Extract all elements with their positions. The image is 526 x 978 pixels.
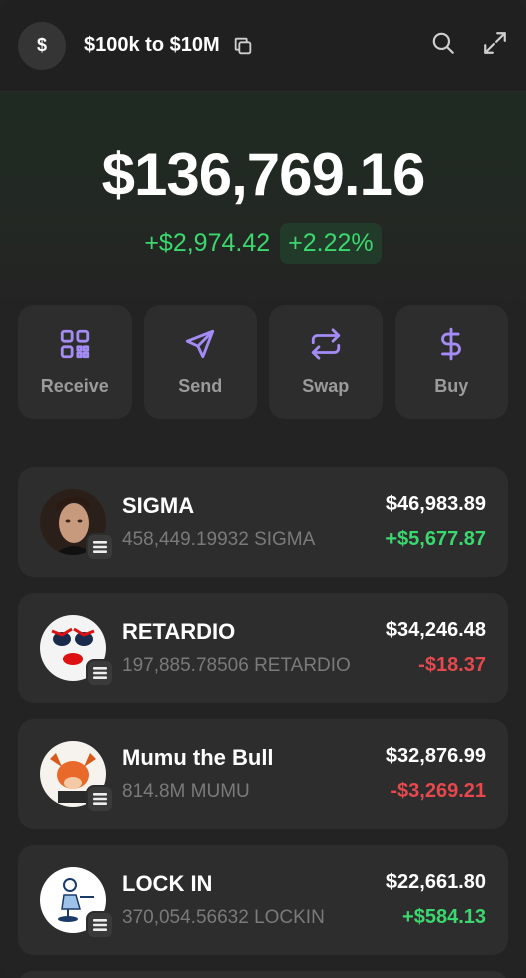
token-name: SIGMA <box>122 493 195 518</box>
chain-badge-icon <box>86 911 114 939</box>
token-amount: 814.8M MUMU <box>122 781 250 802</box>
buy-label: Buy <box>434 376 469 396</box>
swap-button[interactable]: Swap <box>269 305 383 419</box>
chain-badge-icon <box>86 659 114 687</box>
total-balance: $136,769.16 <box>101 141 426 208</box>
token-row-partial[interactable] <box>18 971 508 978</box>
token-logo <box>40 615 114 687</box>
token-amount: 458,449.19932 SIGMA <box>122 529 316 550</box>
balance-change-amount: +$2,974.42 <box>144 229 271 257</box>
token-name: LOCK IN <box>122 871 213 896</box>
dollar-icon <box>434 327 468 366</box>
token-change: -$18.37 <box>418 654 486 676</box>
chain-badge-icon <box>86 533 114 561</box>
token-change: +$584.13 <box>402 906 486 928</box>
token-name: RETARDIO <box>122 619 236 644</box>
token-value: $34,246.48 <box>385 619 486 641</box>
balance-change-row: +$2,974.42 +2.22% <box>144 223 382 264</box>
token-row-lockin[interactable]: LOCK IN 370,054.56632 LOCKIN $22,661.80 … <box>18 845 508 955</box>
copy-icon[interactable] <box>232 35 254 57</box>
token-row-mumu[interactable]: Mumu the Bull 814.8M MUMU $32,876.99 -$3… <box>18 719 508 829</box>
wallet-name[interactable]: $100k to $10M <box>84 34 220 57</box>
send-label: Send <box>178 376 223 396</box>
token-change: -$3,269.21 <box>390 780 486 802</box>
search-icon[interactable] <box>430 30 456 61</box>
token-list: SIGMA 458,449.19932 SIGMA $46,983.89 +$5… <box>0 467 526 978</box>
send-button[interactable]: Send <box>143 305 257 419</box>
swap-icon <box>309 327 343 366</box>
token-logo <box>40 489 114 561</box>
token-name: Mumu the Bull <box>122 745 274 770</box>
token-row-retardio[interactable]: RETARDIO 197,885.78506 RETARDIO $34,246.… <box>18 593 508 703</box>
expand-icon[interactable] <box>482 30 508 61</box>
token-logo <box>40 867 114 939</box>
token-change: +$5,677.87 <box>385 528 486 550</box>
token-row-sigma[interactable]: SIGMA 458,449.19932 SIGMA $46,983.89 +$5… <box>18 467 508 577</box>
token-value: $22,661.80 <box>385 871 486 893</box>
balance-section: $136,769.16 +$2,974.42 +2.22% <box>0 92 526 306</box>
receive-label: Receive <box>40 376 109 396</box>
chain-badge-icon <box>86 785 114 813</box>
token-value: $32,876.99 <box>385 745 486 767</box>
receive-button[interactable]: Receive <box>18 305 132 419</box>
token-value: $46,983.89 <box>385 493 486 515</box>
swap-label: Swap <box>302 376 350 396</box>
qr-code-icon <box>58 327 92 366</box>
buy-button[interactable]: Buy <box>394 305 508 419</box>
wallet-avatar[interactable]: $ <box>18 21 66 70</box>
send-icon <box>183 327 217 366</box>
token-amount: 370,054.56632 LOCKIN <box>122 907 325 928</box>
action-buttons: Receive Send Swap Buy <box>0 305 526 419</box>
wallet-panel: $ $100k to $10M $136,769.16 +$2,974.42 +… <box>0 0 526 978</box>
token-amount: 197,885.78506 RETARDIO <box>122 655 351 676</box>
balance-change-percent-badge: +2.22% <box>280 223 382 264</box>
token-logo <box>40 741 114 813</box>
header: $ $100k to $10M <box>0 0 526 92</box>
